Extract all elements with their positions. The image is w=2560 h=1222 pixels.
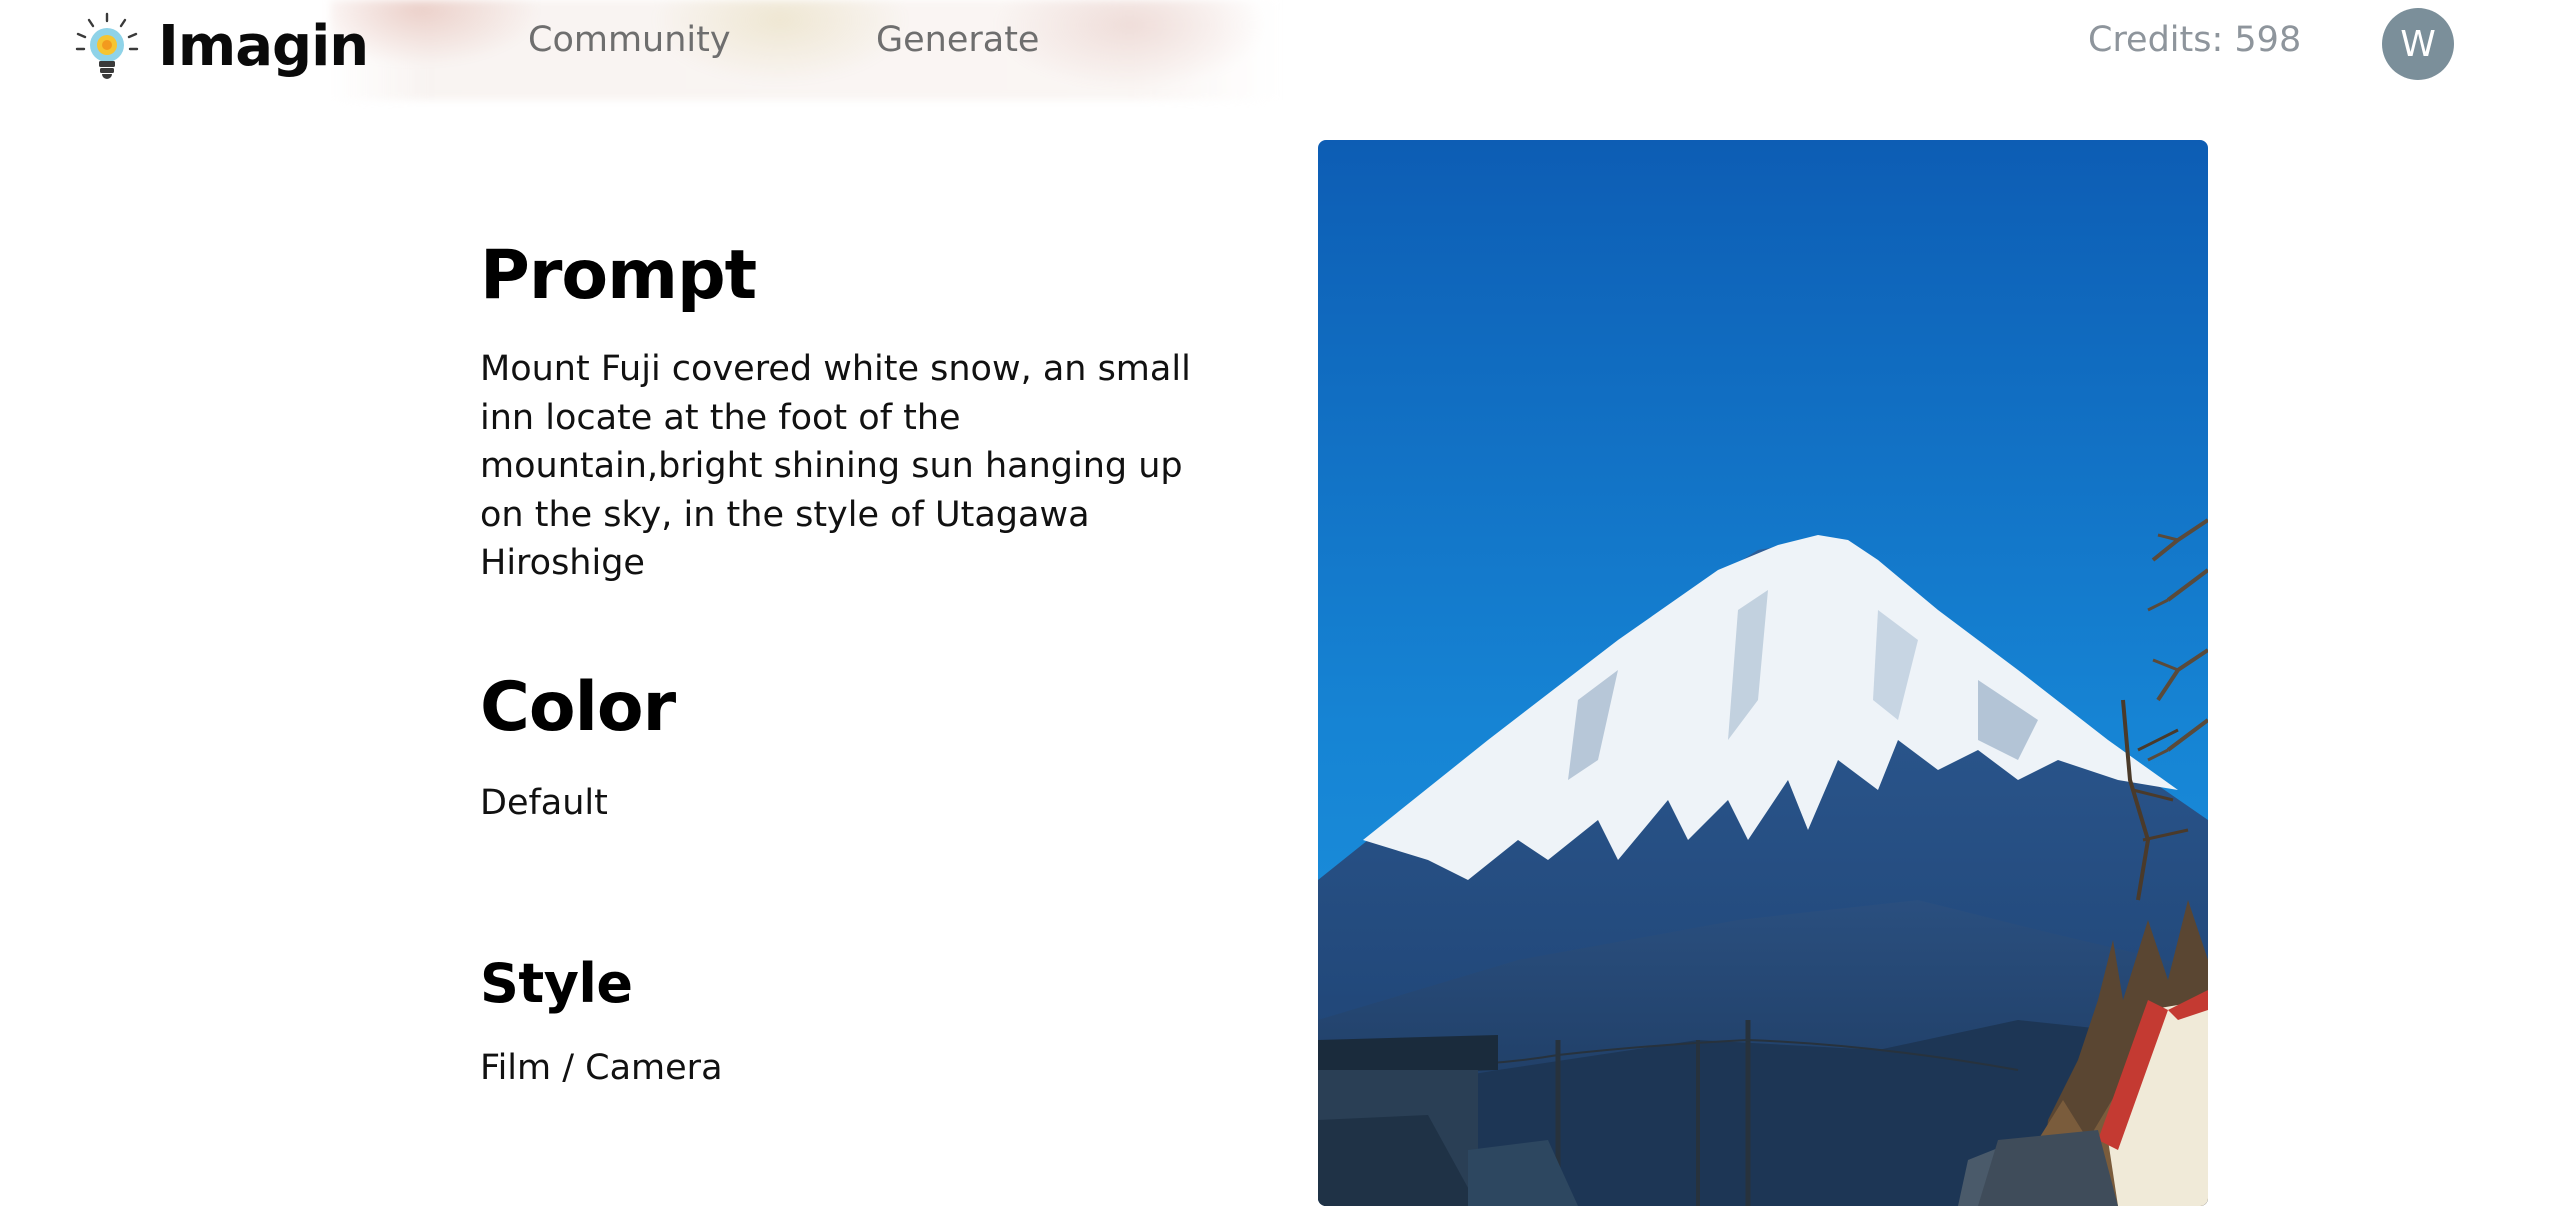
logo-text: Imagin xyxy=(158,13,369,79)
color-value: Default xyxy=(480,783,608,823)
logo[interactable]: Imagin xyxy=(74,6,369,86)
page: Imagin Community Generate Credits: 598 W… xyxy=(0,0,2560,1222)
nav-link-community[interactable]: Community xyxy=(528,20,731,60)
prompt-heading: Prompt xyxy=(480,236,757,315)
color-heading: Color xyxy=(480,668,676,747)
lightbulb-icon xyxy=(74,11,140,81)
top-nav-bar: Imagin Community Generate Credits: 598 W xyxy=(0,0,2560,100)
nav-background xyxy=(330,0,1280,100)
prompt-text: Mount Fuji covered white snow, an small … xyxy=(480,349,1191,583)
nav-link-generate[interactable]: Generate xyxy=(876,20,1039,60)
credits-counter: Credits: 598 xyxy=(2088,20,2302,60)
generated-image[interactable] xyxy=(1318,140,2208,1206)
user-avatar[interactable]: W xyxy=(2382,8,2454,80)
style-value: Film / Camera xyxy=(480,1048,723,1088)
style-heading: Style xyxy=(480,952,633,1015)
